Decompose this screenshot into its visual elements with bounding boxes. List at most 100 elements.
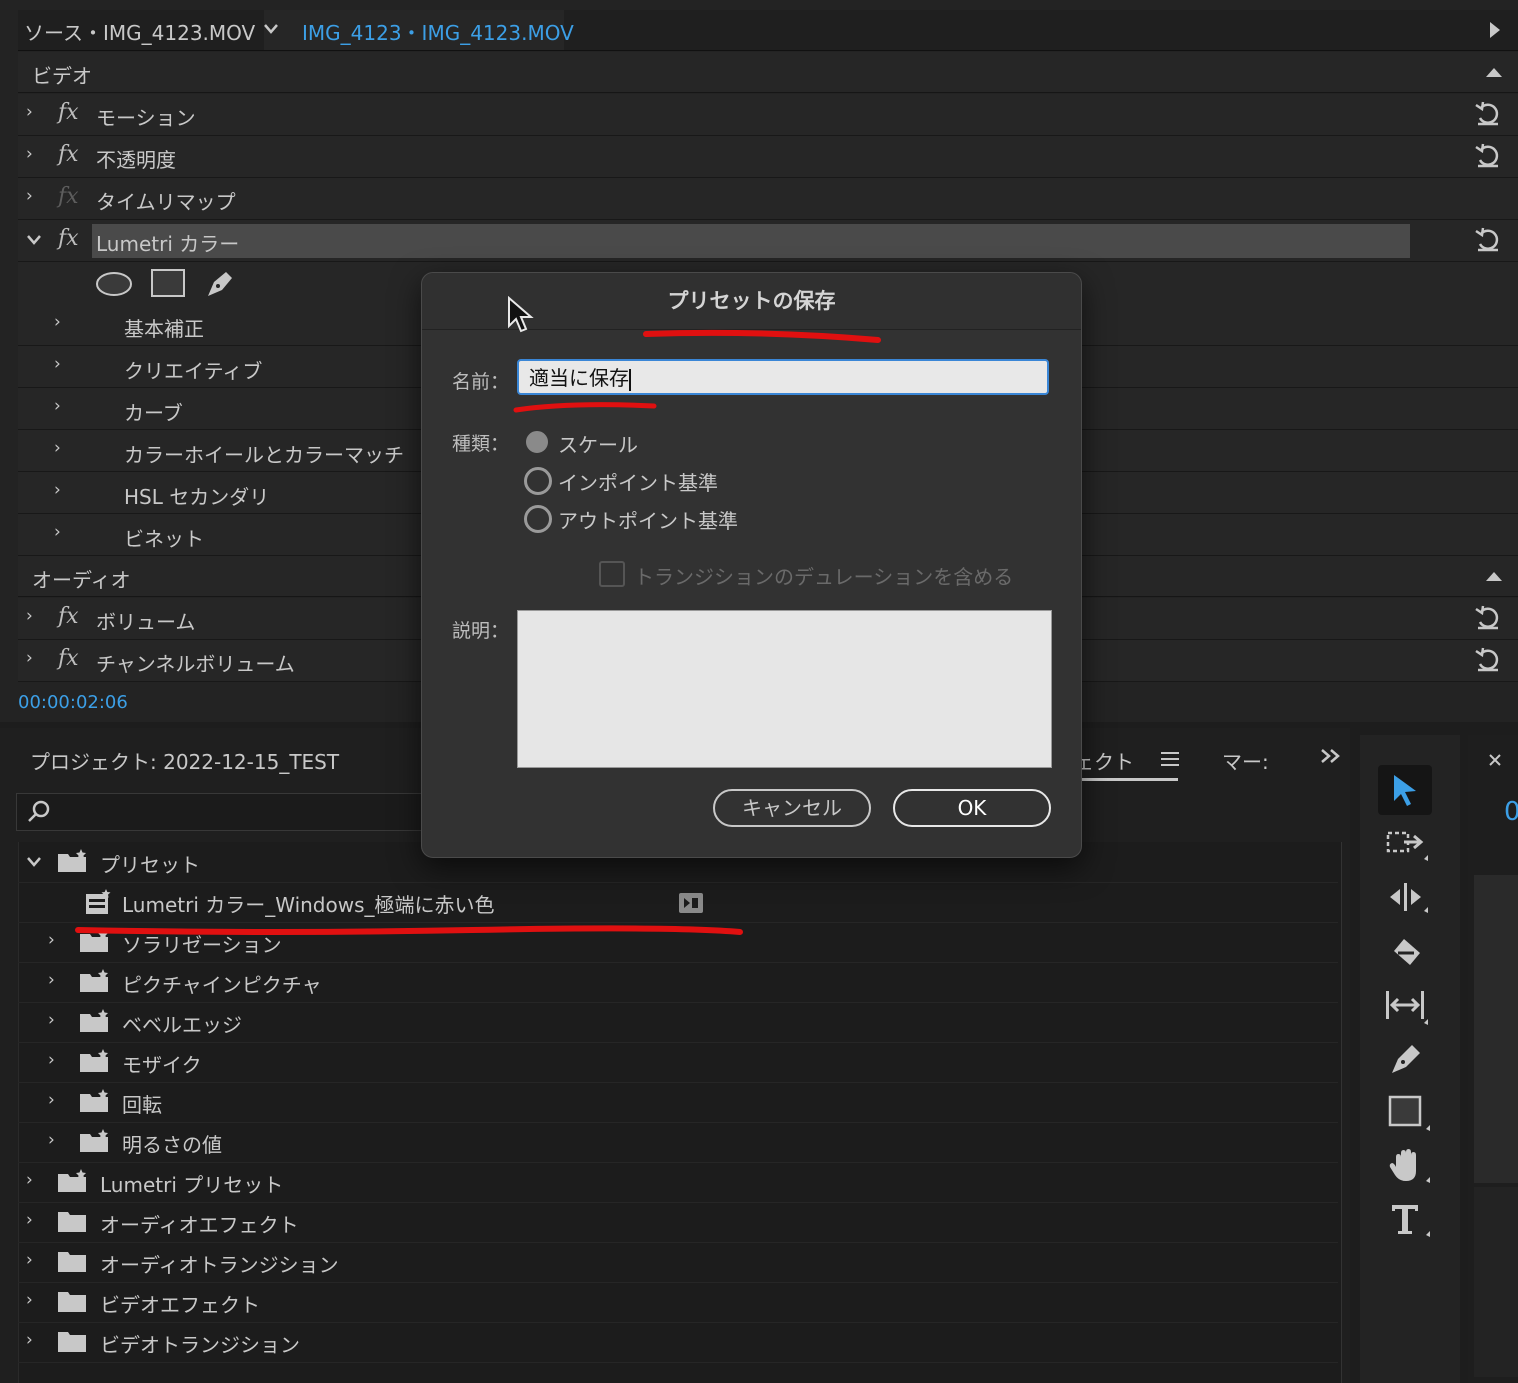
collapse-up-icon[interactable]: [1484, 66, 1504, 78]
reset-icon[interactable]: [1474, 604, 1502, 632]
chevron-right-icon[interactable]: ›: [26, 1290, 33, 1310]
ok-button[interactable]: OK: [893, 789, 1051, 827]
track-select-icon[interactable]: [1386, 829, 1432, 865]
chevron-right-icon[interactable]: ›: [54, 522, 61, 542]
radio-scale-label[interactable]: スケール: [558, 429, 638, 458]
radio-in-point-label[interactable]: インポイント基準: [558, 467, 718, 496]
include-duration-label: トランジションのデュレーションを含める: [634, 565, 1014, 589]
preset-file-icon: [86, 889, 111, 914]
chevron-down-icon[interactable]: [26, 856, 42, 868]
cancel-button[interactable]: キャンセル: [713, 789, 871, 827]
tab-markers[interactable]: マー:: [1222, 746, 1269, 775]
tree-item-bevel[interactable]: › ベベルエッジ: [18, 1002, 1338, 1043]
name-input[interactable]: 適当に保存: [517, 359, 1049, 395]
reset-icon[interactable]: [1474, 142, 1502, 170]
ripple-edit-icon[interactable]: [1386, 881, 1432, 917]
pen-tool-icon[interactable]: [1388, 1041, 1428, 1077]
slip-tool-icon[interactable]: [1384, 987, 1432, 1027]
description-textarea[interactable]: [517, 610, 1052, 768]
effect-name: 不透明度: [96, 148, 176, 172]
chevron-right-icon[interactable]: ›: [48, 970, 55, 990]
fx-icon[interactable]: fx: [58, 604, 79, 629]
radio-scale[interactable]: [526, 431, 548, 453]
tree-item-saved-preset[interactable]: Lumetri カラー_Windows_極端に赤い色: [18, 882, 1338, 923]
chevron-right-icon[interactable]: ›: [26, 606, 33, 626]
rectangle-mask-icon[interactable]: [150, 268, 186, 298]
chevron-right-icon[interactable]: ›: [48, 1130, 55, 1150]
chevron-right-icon[interactable]: ›: [54, 354, 61, 374]
video-section-header[interactable]: ビデオ: [18, 52, 1518, 93]
radio-out-point-label[interactable]: アウトポイント基準: [558, 505, 738, 534]
preset-folder-icon: [80, 1129, 108, 1152]
razor-icon[interactable]: [1386, 935, 1432, 971]
radio-out-point[interactable]: [524, 505, 552, 533]
play-icon[interactable]: [1488, 20, 1502, 40]
tree-item-rotate[interactable]: › 回転: [18, 1082, 1338, 1123]
chevron-right-icon[interactable]: ›: [26, 1170, 33, 1190]
fx-icon[interactable]: fx: [58, 226, 79, 251]
collapse-up-icon[interactable]: [1484, 570, 1504, 582]
chevron-right-icon[interactable]: ›: [54, 480, 61, 500]
fx-icon[interactable]: fx: [58, 142, 79, 167]
red-annotation-name-underline: [513, 402, 657, 413]
hamburger-menu-icon[interactable]: [1160, 750, 1180, 768]
hand-tool-icon[interactable]: [1388, 1147, 1434, 1187]
chevron-right-icon[interactable]: ›: [48, 1050, 55, 1070]
chevron-right-icon[interactable]: ›: [48, 930, 55, 950]
chevron-right-icon[interactable]: ›: [26, 1250, 33, 1270]
chevron-right-icon[interactable]: ›: [26, 648, 33, 668]
effect-row-lumetri[interactable]: fx Lumetri カラー: [18, 220, 1518, 262]
pen-mask-icon[interactable]: [204, 266, 238, 300]
fx-icon[interactable]: fx: [58, 184, 79, 209]
tree-item-mosaic[interactable]: › モザイク: [18, 1042, 1338, 1083]
include-duration-checkbox[interactable]: [599, 561, 625, 587]
reset-icon[interactable]: [1474, 226, 1502, 254]
close-icon[interactable]: [1488, 753, 1502, 767]
tree-item-video-transitions[interactable]: › ビデオトランジション: [18, 1322, 1338, 1363]
chevron-down-icon[interactable]: [26, 234, 42, 246]
effect-row-time-remap[interactable]: › fx タイムリマップ: [18, 178, 1518, 220]
chevron-right-icon[interactable]: ›: [48, 1090, 55, 1110]
tree-item-audio-effects[interactable]: › オーディオエフェクト: [18, 1202, 1338, 1243]
chevron-right-icon[interactable]: ›: [26, 1330, 33, 1350]
tree-item-audio-transitions[interactable]: › オーディオトランジション: [18, 1242, 1338, 1283]
ellipse-mask-icon[interactable]: [94, 270, 134, 298]
tree-item-label: Lumetri プリセット: [100, 1173, 284, 1197]
tree-item-label: 回転: [122, 1093, 162, 1117]
tree-item-pip[interactable]: › ピクチャインピクチャ: [18, 962, 1338, 1003]
tree-item-label: オーディオトランジション: [100, 1253, 339, 1277]
tab-source[interactable]: ソース・IMG_4123.MOV: [24, 17, 255, 46]
chevron-right-icon[interactable]: ›: [26, 186, 33, 206]
panel-tab-bar: ソース・IMG_4123.MOV IMG_4123・IMG_4123.MOV: [18, 10, 1518, 51]
radio-in-point[interactable]: [524, 467, 552, 495]
tab-effects[interactable]: ェクト: [1074, 746, 1134, 775]
rectangle-tool-icon[interactable]: [1388, 1095, 1434, 1135]
more-tabs-icon[interactable]: [1320, 748, 1342, 764]
chevron-right-icon[interactable]: ›: [26, 1210, 33, 1230]
audio-header-label: オーディオ: [32, 568, 131, 592]
chevron-right-icon[interactable]: ›: [48, 1010, 55, 1030]
fx-icon[interactable]: fx: [58, 100, 79, 125]
selection-tool-button[interactable]: [1378, 765, 1432, 815]
tree-item-video-effects[interactable]: › ビデオエフェクト: [18, 1282, 1338, 1323]
chevron-right-icon[interactable]: ›: [54, 396, 61, 416]
tab-clip[interactable]: IMG_4123・IMG_4123.MOV: [302, 17, 574, 46]
fx-icon[interactable]: fx: [58, 646, 79, 671]
tree-item-lumetri-presets[interactable]: › Lumetri プリセット: [18, 1162, 1338, 1203]
tree-item-label: オーディオエフェクト: [100, 1213, 299, 1237]
reset-icon[interactable]: [1474, 100, 1502, 128]
type-label: 種類：: [452, 433, 510, 455]
effect-row-motion[interactable]: › fx モーション: [18, 94, 1518, 136]
project-title[interactable]: プロジェクト: 2022-12-15_TEST: [30, 746, 339, 775]
chevron-right-icon[interactable]: ›: [26, 144, 33, 164]
reset-icon[interactable]: [1474, 646, 1502, 674]
effect-row-opacity[interactable]: › fx 不透明度: [18, 136, 1518, 178]
search-input[interactable]: [16, 793, 422, 831]
type-tool-icon[interactable]: [1388, 1201, 1434, 1241]
chevron-right-icon[interactable]: ›: [26, 102, 33, 122]
chevron-right-icon[interactable]: ›: [54, 438, 61, 458]
chevron-right-icon[interactable]: ›: [54, 312, 61, 332]
chevron-down-icon[interactable]: [262, 22, 280, 36]
tree-item-brightness[interactable]: › 明るさの値: [18, 1122, 1338, 1163]
timecode[interactable]: 00:00:02:06: [18, 692, 128, 713]
